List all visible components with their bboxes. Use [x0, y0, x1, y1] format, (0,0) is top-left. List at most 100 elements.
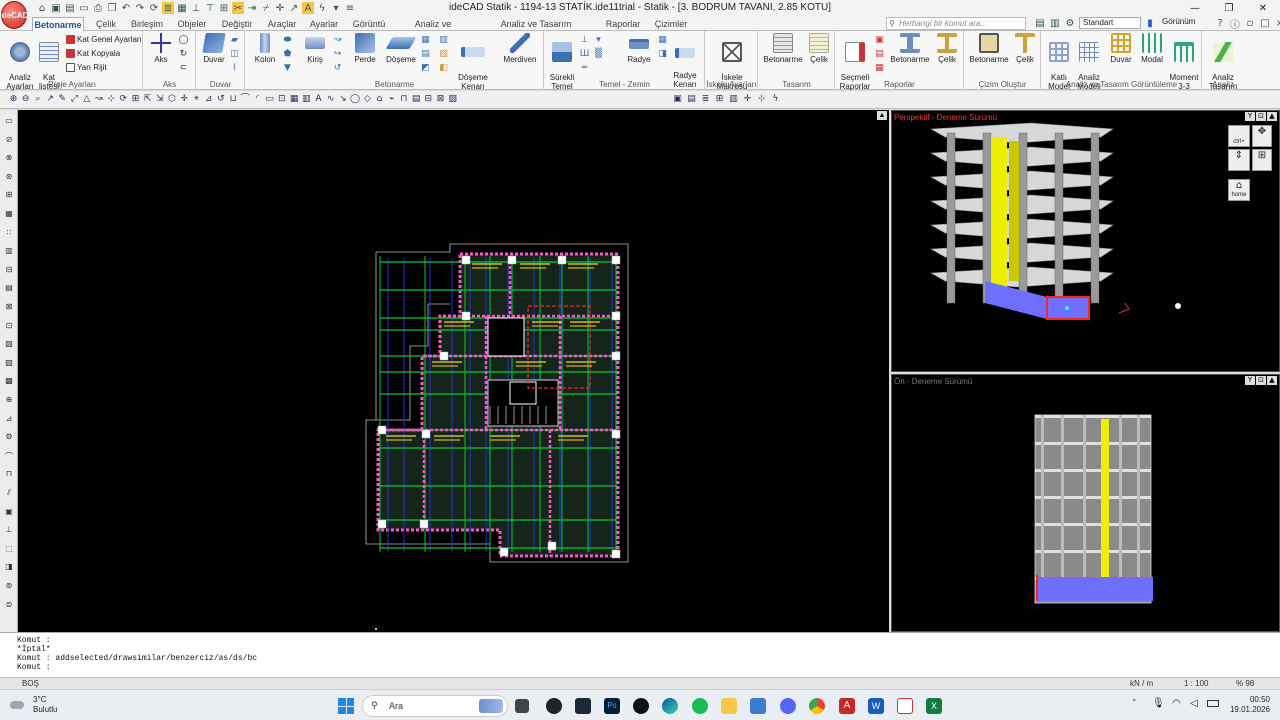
tab-araclar[interactable]: Araçlar: [262, 17, 302, 31]
properties-icon[interactable]: ≣: [700, 94, 711, 105]
tab-analiz-tasarim[interactable]: Analiz ve Tasarım: [398, 17, 468, 43]
tab-ayarlar[interactable]: Ayarlar: [306, 17, 342, 31]
file-explorer-icon[interactable]: [721, 698, 737, 714]
idecad-taskbar-icon[interactable]: [897, 698, 913, 714]
folder-icon[interactable]: ▭: [78, 2, 90, 14]
polar-icon[interactable]: ⊹: [756, 94, 767, 105]
side-tool-7-icon[interactable]: ∷: [3, 228, 15, 238]
side-tool-27-icon[interactable]: ⊜: [3, 600, 15, 610]
wall-edit-icon[interactable]: ⌇: [229, 63, 240, 74]
diamond-icon[interactable]: ◇: [362, 94, 373, 105]
home-icon[interactable]: ⌂: [374, 94, 385, 105]
text-style-icon[interactable]: A: [302, 2, 314, 14]
chevron-up-icon[interactable]: ˄: [1132, 699, 1137, 709]
hatch-icon[interactable]: ▥: [301, 94, 312, 105]
side-tool-18-icon[interactable]: ⚙: [3, 432, 15, 442]
save-icon[interactable]: ▣: [50, 2, 62, 14]
window-max-icon[interactable]: □: [1259, 17, 1271, 29]
arc-icon[interactable]: ⌒: [240, 94, 251, 105]
table-icon[interactable]: ▤: [411, 94, 422, 105]
side-tool-20-icon[interactable]: ⊓: [3, 469, 15, 479]
close-button[interactable]: ✕: [1246, 0, 1280, 16]
aks-button[interactable]: Aks: [148, 33, 174, 64]
wall-variant-icon[interactable]: ▰: [229, 35, 240, 46]
hexagon-icon[interactable]: ⬡: [167, 94, 178, 105]
acrobat-icon[interactable]: A: [839, 698, 855, 714]
merdiven-button[interactable]: Merdiven: [500, 33, 540, 64]
lightning-icon[interactable]: ϟ: [316, 2, 328, 14]
ortho-icon[interactable]: ▥: [728, 94, 739, 105]
select-icon[interactable]: ↗: [45, 94, 56, 105]
circle-icon[interactable]: ◯: [350, 94, 361, 105]
footing-down-icon[interactable]: ▾: [593, 35, 604, 46]
command-line-area[interactable]: Komut : *İptal* Komut : addselected/draw…: [0, 632, 1280, 677]
task-view-icon[interactable]: [515, 699, 529, 713]
tab-betonarme[interactable]: Betonarme: [32, 17, 84, 31]
home-icon[interactable]: ⌂: [36, 2, 48, 14]
trim-icon[interactable]: ✂: [232, 2, 244, 14]
side-tool-9-icon[interactable]: ⊟: [3, 265, 15, 275]
copy-icon[interactable]: ❐: [106, 2, 118, 14]
excel-icon[interactable]: X: [926, 698, 942, 714]
zoom-window-icon[interactable]: ⌕: [32, 94, 43, 105]
rotate-icon[interactable]: ⟳: [118, 94, 129, 105]
quick-analysis-icon[interactable]: ϟ: [770, 94, 781, 105]
tie-beam-icon[interactable]: ═: [579, 63, 590, 74]
column-round-icon[interactable]: ⬬: [282, 35, 293, 46]
clock[interactable]: 00:50 19.01.2026: [1226, 695, 1270, 715]
edge-icon[interactable]: [662, 698, 678, 714]
cizim-betonarme-button[interactable]: Betonarme: [967, 33, 1011, 64]
undo-draw-icon[interactable]: ↺: [215, 94, 226, 105]
grid-icon[interactable]: ▦: [289, 94, 300, 105]
maximize-button[interactable]: ❐: [1212, 0, 1246, 16]
text-icon[interactable]: A: [313, 94, 324, 105]
soil-icon[interactable]: ▒: [593, 49, 604, 60]
tab-degistir[interactable]: Değiştir: [216, 17, 258, 31]
window-zoom-icon[interactable]: ⊞: [1252, 149, 1272, 171]
style-select[interactable]: Standart: [1079, 17, 1141, 29]
side-tool-1-icon[interactable]: ▭: [3, 116, 15, 126]
scale-indicator[interactable]: 1 : 100: [1184, 679, 1208, 688]
grid-snap-icon[interactable]: ⊞: [714, 94, 725, 105]
info-icon[interactable]: ⓘ: [1229, 17, 1241, 31]
perspective-view[interactable]: Perspektif - Deneme Sürümü Y ⊡ ▲ ctrl+ ✥…: [891, 110, 1280, 372]
mail-icon[interactable]: [750, 698, 766, 714]
wifi-icon[interactable]: ◠: [1172, 698, 1181, 709]
side-tool-26-icon[interactable]: ⊚: [3, 581, 15, 591]
column-edit-icon[interactable]: ▼: [282, 63, 293, 74]
kat-kopyala-button[interactable]: Kat Kopyala: [66, 49, 120, 59]
bottom-icon[interactable]: ⇲: [154, 94, 165, 105]
spline-icon[interactable]: ∿: [325, 94, 336, 105]
start-button[interactable]: [338, 698, 354, 714]
window-close-icon[interactable]: ×: [1274, 17, 1280, 29]
minimize-button[interactable]: —: [1178, 0, 1212, 16]
help-icon[interactable]: ?: [1214, 17, 1226, 29]
front-view[interactable]: Ön - Deneme Sürümü Y ⊡ ▲: [891, 374, 1280, 632]
view-select[interactable]: Görünüm: [1159, 17, 1211, 29]
pattern-icon[interactable]: ▨: [447, 94, 458, 105]
fit-icon[interactable]: ⤢: [69, 94, 80, 105]
side-tool-12-icon[interactable]: ⊡: [3, 321, 15, 331]
axis-edit-icon[interactable]: ⊂: [178, 63, 189, 74]
tab-raporlar[interactable]: Raporlar: [602, 17, 644, 31]
side-tool-13-icon[interactable]: ▧: [3, 339, 15, 349]
analiz-duvar-button[interactable]: Duvar: [1106, 33, 1136, 64]
dimension-icon[interactable]: ⊥: [190, 2, 202, 14]
discord-icon[interactable]: [780, 698, 796, 714]
slab-opening-icon[interactable]: ◧: [438, 63, 449, 74]
pile-icon[interactable]: Ш: [579, 49, 590, 60]
polyline-icon[interactable]: ↝: [93, 94, 104, 105]
chrome-icon[interactable]: [809, 698, 825, 714]
extend-icon[interactable]: ⇥: [246, 2, 258, 14]
window-icon[interactable]: ⊠: [435, 94, 446, 105]
zoom-indicator[interactable]: % 98: [1236, 679, 1254, 688]
tasarim-celik-button[interactable]: Çelik: [805, 33, 833, 64]
line-icon[interactable]: ⌁: [386, 94, 397, 105]
side-tool-6-icon[interactable]: ▦: [3, 209, 15, 219]
trim-icon[interactable]: ⊔: [228, 94, 239, 105]
beam-curve-icon[interactable]: ↝: [332, 35, 343, 46]
corner-icon[interactable]: ◜: [252, 94, 263, 105]
side-tool-3-icon[interactable]: ⊗: [3, 153, 15, 163]
side-tool-11-icon[interactable]: ⊠: [3, 302, 15, 312]
cizim-celik-button[interactable]: Çelik: [1011, 33, 1039, 64]
